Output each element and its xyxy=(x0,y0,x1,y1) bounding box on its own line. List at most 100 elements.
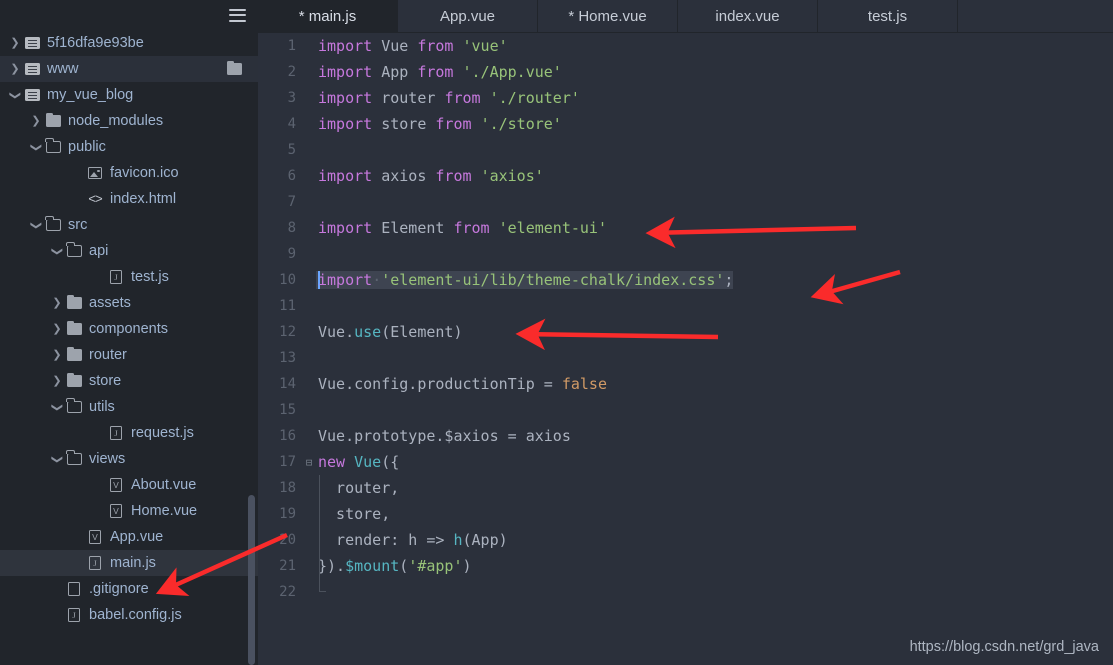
code-line-16[interactable]: 16 Vue.prototype.$axios = axios xyxy=(258,423,1113,449)
trailing-folder-icon[interactable] xyxy=(224,60,244,75)
tree-item-components[interactable]: ❯ components xyxy=(0,316,258,342)
chevron-right-icon[interactable]: ❯ xyxy=(8,63,22,75)
tree-item-app-vue[interactable]: ❯VApp.vue xyxy=(0,524,258,550)
plain-file-icon xyxy=(64,582,84,596)
tree-item-www[interactable]: ❯ www xyxy=(0,56,258,82)
chevron-right-icon[interactable]: ❯ xyxy=(50,297,64,309)
code-line-7[interactable]: 7 xyxy=(258,189,1113,215)
tree-item-public[interactable]: ❯ public xyxy=(0,134,258,160)
editor-tab-home-vue[interactable]: * Home.vue xyxy=(538,0,678,32)
code-line-10[interactable]: 10 import·'element-ui/lib/theme-chalk/ind… xyxy=(258,267,1113,293)
chevron-down-icon[interactable]: ❯ xyxy=(29,220,43,231)
code-token: store xyxy=(372,115,436,133)
code-line-17[interactable]: 17 ⊟ new Vue({ xyxy=(258,449,1113,475)
tree-item-label: node_modules xyxy=(68,113,164,129)
chevron-right-icon[interactable]: ❯ xyxy=(50,349,64,361)
code-line-18[interactable]: 18 router, xyxy=(258,475,1113,501)
code-line-20[interactable]: 20 render: h => h(App) xyxy=(258,527,1113,553)
chevron-down-icon[interactable]: ❯ xyxy=(50,402,64,413)
tree-item-views[interactable]: ❯ views xyxy=(0,446,258,472)
code-line-content: router, xyxy=(316,479,399,497)
code-line-content: Vue.config.productionTip = false xyxy=(316,375,607,393)
chevron-down-icon[interactable]: ❯ xyxy=(29,142,43,153)
tree-item-utils[interactable]: ❯ utils xyxy=(0,394,258,420)
folder-icon xyxy=(64,320,84,335)
tree-item-main-js[interactable]: ❯Jmain.js xyxy=(0,550,258,576)
code-fold-toggle-icon[interactable]: ⊟ xyxy=(302,457,316,468)
tree-item-babel-config-js[interactable]: ❯Jbabel.config.js xyxy=(0,602,258,628)
tree-item-assets[interactable]: ❯ assets xyxy=(0,290,258,316)
chevron-right-icon[interactable]: ❯ xyxy=(29,115,43,127)
chevron-right-icon[interactable]: ❯ xyxy=(8,37,22,49)
chevron-right-icon[interactable]: ❯ xyxy=(50,323,64,335)
tree-item-src[interactable]: ❯ src xyxy=(0,212,258,238)
tree-item-home-vue[interactable]: ❯VHome.vue xyxy=(0,498,258,524)
ide-window: ❯ 5f16dfa9e93be ❯ www ❯ my_vue_blog ❯ node_modu… xyxy=(0,0,1113,665)
code-line-2[interactable]: 2 import App from './App.vue' xyxy=(258,59,1113,85)
code-token: router, xyxy=(318,479,400,497)
tree-item-my-vue-blog[interactable]: ❯ my_vue_blog xyxy=(0,82,258,108)
tree-item-label: .gitignore xyxy=(89,581,149,597)
code-line-1[interactable]: 1 import Vue from 'vue' xyxy=(258,33,1113,59)
code-line-3[interactable]: 3 import router from './router' xyxy=(258,85,1113,111)
code-editor[interactable]: 1 import Vue from 'vue' 2 import App from '… xyxy=(258,33,1113,665)
code-line-15[interactable]: 15 xyxy=(258,397,1113,423)
code-line-4[interactable]: 4 import store from './store' xyxy=(258,111,1113,137)
chevron-right-icon[interactable]: ❯ xyxy=(50,375,64,387)
module-folder-icon xyxy=(22,63,42,75)
tree-item-label: request.js xyxy=(131,425,194,441)
line-number: 7 xyxy=(287,194,296,210)
tree-item-5f16dfa9e93be[interactable]: ❯ 5f16dfa9e93be xyxy=(0,30,258,56)
tree-item-label: App.vue xyxy=(110,529,164,545)
code-line-9[interactable]: 9 xyxy=(258,241,1113,267)
code-token: import xyxy=(318,115,373,133)
tree-item-test-js[interactable]: ❯Jtest.js xyxy=(0,264,258,290)
code-line-13[interactable]: 13 xyxy=(258,345,1113,371)
tree-item-label: store xyxy=(89,373,122,389)
code-line-6[interactable]: 6 import axios from 'axios' xyxy=(258,163,1113,189)
tree-item-api[interactable]: ❯ api xyxy=(0,238,258,264)
editor-tab-index-vue[interactable]: index.vue xyxy=(678,0,818,32)
code-line-11[interactable]: 11 xyxy=(258,293,1113,319)
editor-tabbar: * main.js App.vue * Home.vue index.vue test.… xyxy=(258,0,1113,33)
editor-tab-app-vue[interactable]: App.vue xyxy=(398,0,538,32)
code-token: ; xyxy=(724,271,734,289)
tree-item-node-modules[interactable]: ❯ node_modules xyxy=(0,108,258,134)
sidebar-scrollbar[interactable] xyxy=(248,495,255,665)
code-token: Vue xyxy=(354,453,382,471)
tree-item--gitignore[interactable]: ❯.gitignore xyxy=(0,576,258,602)
code-line-12[interactable]: 12 Vue.use(Element) xyxy=(258,319,1113,345)
line-number: 16 xyxy=(279,428,296,444)
tree-item-request-js[interactable]: ❯Jrequest.js xyxy=(0,420,258,446)
code-line-5[interactable]: 5 xyxy=(258,137,1113,163)
chevron-down-icon[interactable]: ❯ xyxy=(8,90,22,101)
indent-guide xyxy=(319,553,320,579)
code-line-14[interactable]: 14 Vue.config.productionTip = false xyxy=(258,371,1113,397)
tree-item-favicon-ico[interactable]: ❯favicon.ico xyxy=(0,160,258,186)
line-number: 17 xyxy=(279,454,296,470)
code-line-content: }).$mount('#app') xyxy=(316,557,472,575)
editor-tab-test-js[interactable]: test.js xyxy=(818,0,958,32)
code-token: false xyxy=(561,375,607,393)
line-number: 1 xyxy=(287,38,296,54)
code-line-21[interactable]: 21}).$mount('#app') xyxy=(258,553,1113,579)
code-token: }). xyxy=(318,557,346,575)
tree-item-label: components xyxy=(89,321,168,337)
hamburger-icon[interactable] xyxy=(229,8,246,22)
tree-item-index-html[interactable]: ❯<>index.html xyxy=(0,186,258,212)
editor-pane: * main.js App.vue * Home.vue index.vue test.… xyxy=(258,0,1113,665)
code-token: from xyxy=(435,115,472,133)
code-line-19[interactable]: 19 store, xyxy=(258,501,1113,527)
code-token: Vue.config.productionTip = xyxy=(318,375,562,393)
tree-item-router[interactable]: ❯ router xyxy=(0,342,258,368)
chevron-down-icon[interactable]: ❯ xyxy=(50,246,64,257)
editor-tab-main-js[interactable]: * main.js xyxy=(258,0,398,32)
code-line-8[interactable]: 8 import Element from 'element-ui' xyxy=(258,215,1113,241)
tree-item-store[interactable]: ❯ store xyxy=(0,368,258,394)
code-token: new xyxy=(318,453,346,471)
chevron-down-icon[interactable]: ❯ xyxy=(50,454,64,465)
code-line-22[interactable]: 22 xyxy=(258,579,1113,605)
tree-item-about-vue[interactable]: ❯VAbout.vue xyxy=(0,472,258,498)
